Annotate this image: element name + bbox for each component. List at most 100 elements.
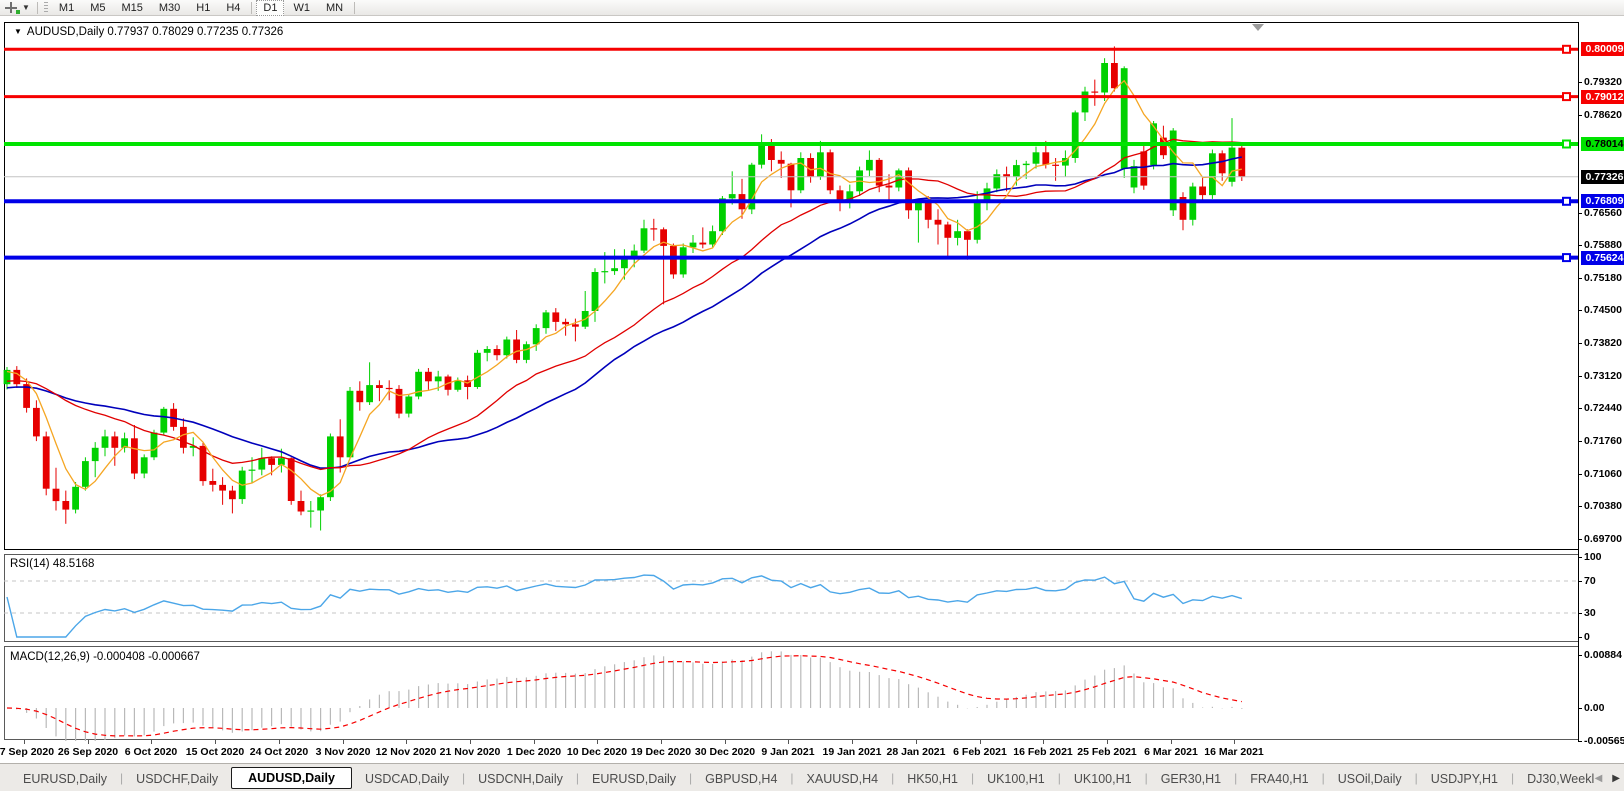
price-axis-tick: 0.73820 xyxy=(1584,337,1622,349)
toolbar-separator xyxy=(37,2,38,14)
date-label: 6 Mar 2021 xyxy=(1144,746,1198,758)
toolbar-separator xyxy=(251,2,252,14)
time-axis-tick xyxy=(151,740,152,744)
macd-label: MACD(12,26,9) -0.000408 -0.000667 xyxy=(10,651,200,663)
price-axis-tick: 0.76560 xyxy=(1584,207,1622,219)
timeframe-button-d1[interactable]: D1 xyxy=(256,0,284,16)
tab-fra40-h1[interactable]: FRA40,H1 xyxy=(1237,769,1321,789)
date-label: 30 Dec 2020 xyxy=(695,746,755,758)
time-axis: 17 Sep 2020 26 Sep 2020 6 Oct 2020 15 Oct 2… xyxy=(0,741,1624,763)
top-toolbar: ▼ M1M5M15M30H1H4 D1W1MN xyxy=(0,0,1624,16)
date-label: 19 Jan 2021 xyxy=(823,746,882,758)
tab-usoil-daily[interactable]: USOil,Daily xyxy=(1325,769,1415,789)
time-axis-tick xyxy=(788,740,789,744)
date-label: 16 Mar 2021 xyxy=(1204,746,1264,758)
time-axis-tick xyxy=(24,740,25,744)
tab-usdcad-daily[interactable]: USDCAD,Daily xyxy=(352,769,462,789)
timeframe-button-m1[interactable]: M1 xyxy=(52,0,81,16)
time-axis-tick xyxy=(215,740,216,744)
rsi-axis-tick: 0 xyxy=(1584,631,1590,643)
toolbar-separator xyxy=(354,2,355,14)
price-axis-tick: 0.69700 xyxy=(1584,533,1622,545)
tab-dj30-weekly[interactable]: DJ30,Weekly xyxy=(1514,769,1594,789)
timeframe-button-mn[interactable]: MN xyxy=(319,0,350,16)
time-axis-tick xyxy=(1234,740,1235,744)
tab-ger30-h1[interactable]: GER30,H1 xyxy=(1148,769,1234,789)
date-label: 12 Nov 2020 xyxy=(376,746,437,758)
price-axis-tick: 0.71760 xyxy=(1584,435,1622,447)
price-axis-tick: 0.79320 xyxy=(1584,76,1622,88)
time-axis-tick xyxy=(88,740,89,744)
price-axis-tick: 0.75880 xyxy=(1584,239,1622,251)
tab-eurusd-daily[interactable]: EURUSD,Daily xyxy=(10,769,120,789)
date-label: 17 Sep 2020 xyxy=(0,746,54,758)
price-badge: 0.79012 xyxy=(1581,90,1624,104)
tab-usdjpy-h1[interactable]: USDJPY,H1 xyxy=(1418,769,1511,789)
rsi-label: RSI(14) 48.5168 xyxy=(10,558,94,570)
timeframe-button-m15[interactable]: M15 xyxy=(114,0,149,16)
tab-usdcnh-daily[interactable]: USDCNH,Daily xyxy=(465,769,576,789)
price-badge: 0.76809 xyxy=(1581,194,1624,208)
date-label: 9 Jan 2021 xyxy=(761,746,814,758)
date-label: 6 Oct 2020 xyxy=(125,746,178,758)
macd-axis-tick: 0.00 xyxy=(1584,702,1604,714)
timeframe-button-m30[interactable]: M30 xyxy=(152,0,187,16)
time-axis-tick xyxy=(1043,740,1044,744)
price-axis-tick: 0.75180 xyxy=(1584,272,1622,284)
tab-uk100-h1[interactable]: UK100,H1 xyxy=(1061,769,1145,789)
toolbar-grip[interactable] xyxy=(44,2,48,14)
price-axis-tick: 0.71060 xyxy=(1584,468,1622,480)
tab-scroll-right-icon[interactable]: ▶ xyxy=(1612,774,1620,784)
tab-uk100-h1[interactable]: UK100,H1 xyxy=(974,769,1058,789)
date-label: 6 Feb 2021 xyxy=(953,746,1007,758)
timeframe-button-h4[interactable]: H4 xyxy=(219,0,247,16)
timeframe-button-w1[interactable]: W1 xyxy=(286,0,317,16)
time-axis-tick xyxy=(852,740,853,744)
tab-hk50-h1[interactable]: HK50,H1 xyxy=(894,769,971,789)
time-axis-tick xyxy=(597,740,598,744)
price-axis-tick: 0.78620 xyxy=(1584,109,1622,121)
date-label: 1 Dec 2020 xyxy=(507,746,561,758)
price-axis-tick: 0.74500 xyxy=(1584,304,1622,316)
timeframe-button-h1[interactable]: H1 xyxy=(189,0,217,16)
macd-indicator-panel[interactable] xyxy=(4,646,1578,740)
rsi-axis-tick: 70 xyxy=(1584,575,1596,587)
time-axis-tick xyxy=(661,740,662,744)
chevron-down-icon[interactable]: ▼ xyxy=(22,3,30,12)
time-axis-tick xyxy=(1171,740,1172,744)
time-axis-tick xyxy=(279,740,280,744)
date-label: 19 Dec 2020 xyxy=(631,746,691,758)
date-label: 10 Dec 2020 xyxy=(567,746,627,758)
date-label: 21 Nov 2020 xyxy=(440,746,501,758)
tab-gbpusd-h4[interactable]: GBPUSD,H4 xyxy=(692,769,790,789)
time-axis-tick xyxy=(470,740,471,744)
price-badge: 0.75624 xyxy=(1581,251,1624,265)
date-label: 15 Oct 2020 xyxy=(186,746,244,758)
rsi-indicator-panel[interactable] xyxy=(4,554,1578,642)
tab-xauusd-h4[interactable]: XAUUSD,H4 xyxy=(794,769,892,789)
tab-eurusd-daily[interactable]: EURUSD,Daily xyxy=(579,769,689,789)
rsi-axis-tick: 30 xyxy=(1584,607,1596,619)
date-label: 25 Feb 2021 xyxy=(1077,746,1137,758)
date-label: 28 Jan 2021 xyxy=(887,746,946,758)
time-axis-tick xyxy=(980,740,981,744)
tab-usdchf-daily[interactable]: USDCHF,Daily xyxy=(123,769,231,789)
price-axis-tick: 0.70380 xyxy=(1584,500,1622,512)
time-axis-tick xyxy=(343,740,344,744)
macd-axis-tick: 0.00884 xyxy=(1584,649,1622,661)
tab-audusd-daily[interactable]: AUDUSD,Daily xyxy=(231,767,352,789)
price-axis-tick: 0.73120 xyxy=(1584,370,1622,382)
price-chart-panel[interactable] xyxy=(4,22,1578,550)
timeframe-button-m5[interactable]: M5 xyxy=(83,0,112,16)
date-label: 26 Sep 2020 xyxy=(58,746,118,758)
price-badge: 0.77326 xyxy=(1581,170,1624,184)
date-label: 24 Oct 2020 xyxy=(250,746,308,758)
time-axis-tick xyxy=(916,740,917,744)
chart-shift-marker-icon[interactable] xyxy=(1252,24,1264,31)
date-label: 16 Feb 2021 xyxy=(1013,746,1073,758)
collapse-triangle-icon[interactable]: ▼ xyxy=(14,27,22,36)
time-axis-tick xyxy=(1107,740,1108,744)
crosshair-tool-icon[interactable] xyxy=(3,2,20,14)
time-axis-tick xyxy=(725,740,726,744)
tab-scroll-left-icon[interactable]: ◀ xyxy=(1595,774,1603,784)
